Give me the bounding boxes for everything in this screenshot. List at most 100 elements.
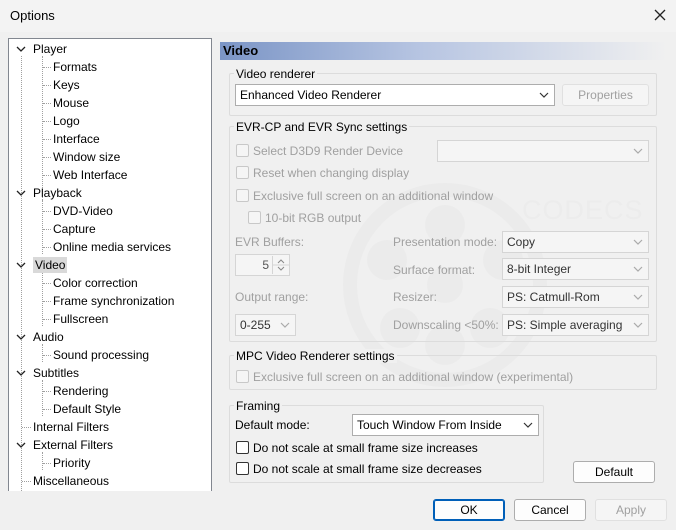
chevron-down-icon — [633, 148, 643, 154]
title-bar — [0, 0, 676, 32]
tree-item-label: Player — [33, 42, 68, 56]
tree-item-label: Keys — [53, 78, 80, 92]
video-renderer-value: Enhanced Video Renderer — [240, 88, 382, 102]
tree-item-color-correction[interactable]: Color correction — [53, 274, 138, 292]
tree-item-label: Default Style — [53, 402, 122, 416]
chevron-down-icon — [280, 322, 290, 328]
tree-item-mouse[interactable]: Mouse — [53, 94, 89, 112]
window-title: Options — [10, 8, 55, 23]
properties-button[interactable]: Properties — [562, 84, 649, 106]
tree-item-fullscreen[interactable]: Fullscreen — [53, 310, 108, 328]
tree-item-miscellaneous[interactable]: Miscellaneous — [33, 472, 109, 490]
tree-item-external-filters[interactable]: External Filters — [33, 436, 113, 454]
d3d9-device-select[interactable] — [437, 140, 649, 162]
output-range-select[interactable]: 0-255 — [235, 314, 296, 336]
tree-item-dvd-video[interactable]: DVD-Video — [53, 202, 113, 220]
checkbox-box — [236, 462, 249, 475]
tree-item-capture[interactable]: Capture — [53, 220, 96, 238]
tree-item-web-interface[interactable]: Web Interface — [53, 166, 127, 184]
evr-buffers-spinner[interactable]: 5 — [235, 254, 290, 276]
tree-item-subtitles[interactable]: Subtitles — [33, 364, 79, 382]
evr-exclusive-fullscreen-label: Exclusive full screen on an additional w… — [253, 189, 494, 203]
default-mode-label: Default mode: — [235, 418, 310, 432]
page-header — [220, 42, 667, 60]
spinner-arrows-icon[interactable] — [272, 256, 289, 274]
options-tree[interactable]: Player Formats Keys Mouse Logo Interface Windo… — [8, 38, 212, 493]
close-icon[interactable] — [648, 3, 672, 27]
tree-item-label: DVD-Video — [53, 204, 113, 218]
ok-button[interactable]: OK — [433, 499, 505, 521]
tree-item-audio[interactable]: Audio — [33, 328, 64, 346]
presentation-mode-select[interactable]: Copy — [502, 231, 649, 253]
tree-item-label: Frame synchronization — [53, 294, 175, 308]
default-mode-select[interactable]: Touch Window From Inside — [352, 414, 539, 436]
tree-item-frame-synchronization[interactable]: Frame synchronization — [53, 292, 174, 310]
evr-buffers-value: 5 — [262, 258, 269, 272]
tree-item-label: Internal Filters — [33, 420, 110, 434]
chevron-down-icon — [633, 294, 643, 300]
tree-item-online-media-services[interactable]: Online media services — [53, 238, 171, 256]
mpc-settings-group-label: MPC Video Renderer settings — [234, 349, 397, 363]
tree-item-label: Rendering — [53, 384, 109, 398]
tree-item-keys[interactable]: Keys — [53, 76, 80, 94]
tree-item-formats[interactable]: Formats — [53, 58, 97, 76]
tree-item-rendering[interactable]: Rendering — [53, 382, 108, 400]
chevron-down-icon — [523, 422, 533, 428]
tree-item-label: Color correction — [53, 276, 138, 290]
chevron-down-icon — [539, 92, 549, 98]
tree-item-interface[interactable]: Interface — [53, 130, 100, 148]
tree-item-window-size[interactable]: Window size — [53, 148, 120, 166]
surface-format-label: Surface format: — [393, 263, 476, 277]
tree-item-label: Online media services — [53, 240, 172, 254]
tree-item-default-style[interactable]: Default Style — [53, 400, 121, 418]
tree-item-label: Playback — [33, 186, 82, 200]
default-button[interactable]: Default — [573, 461, 655, 483]
video-renderer-select[interactable]: Enhanced Video Renderer — [235, 84, 555, 106]
tree-item-label: Web Interface — [53, 168, 128, 182]
resizer-select[interactable]: PS: Catmull-Rom — [502, 286, 649, 308]
checkbox-box — [248, 211, 261, 224]
downscaling-value: PS: Simple averaging — [507, 318, 623, 332]
tree-item-label: Capture — [53, 222, 96, 236]
downscaling-select[interactable]: PS: Simple averaging — [502, 314, 649, 336]
chevron-down-icon[interactable] — [16, 44, 26, 54]
no-scale-decrease-label: Do not scale at small frame size decreas… — [253, 462, 482, 476]
chevron-down-icon[interactable] — [16, 260, 26, 270]
surface-format-select[interactable]: 8-bit Integer — [502, 258, 649, 280]
tree-item-playback[interactable]: Playback — [33, 184, 82, 202]
tree-item-label: Audio — [33, 330, 64, 344]
chevron-down-icon — [633, 239, 643, 245]
resizer-label: Resizer: — [393, 290, 438, 304]
tree-item-internal-filters[interactable]: Internal Filters — [33, 418, 109, 436]
chevron-down-icon — [633, 322, 643, 328]
tree-item-logo[interactable]: Logo — [53, 112, 80, 130]
cancel-button[interactable]: Cancel — [514, 499, 586, 521]
chevron-down-icon[interactable] — [16, 188, 26, 198]
presentation-mode-label: Presentation mode: — [393, 235, 498, 249]
framing-group-label: Framing — [234, 399, 283, 413]
apply-button[interactable]: Apply — [595, 499, 667, 521]
rgb10-output-label: 10-bit RGB output — [265, 211, 362, 225]
tree-item-video[interactable]: Video — [33, 256, 68, 274]
checkbox-box — [236, 441, 249, 454]
tree-item-label: Formats — [53, 60, 98, 74]
no-scale-increase-label: Do not scale at small frame size increas… — [253, 441, 478, 455]
presentation-mode-value: Copy — [507, 235, 536, 249]
tree-item-label: Sound processing — [53, 348, 150, 362]
tree-item-priority[interactable]: Priority — [53, 454, 90, 472]
chevron-down-icon[interactable] — [16, 368, 26, 378]
tree-item-sound-processing[interactable]: Sound processing — [53, 346, 149, 364]
chevron-down-icon[interactable] — [16, 440, 26, 450]
tree-item-label: Priority — [53, 456, 91, 470]
chevron-down-icon[interactable] — [16, 332, 26, 342]
tree-item-label: Interface — [53, 132, 100, 146]
select-d3d9-label: Select D3D9 Render Device — [253, 144, 404, 158]
tree-item-label: Video — [33, 257, 68, 273]
tree-item-label: External Filters — [33, 438, 114, 452]
evr-settings-group-label: EVR-CP and EVR Sync settings — [234, 120, 410, 134]
surface-format-value: 8-bit Integer — [507, 262, 572, 276]
page-title: Video — [223, 43, 259, 58]
tree-item-player[interactable]: Player — [33, 40, 67, 58]
tree-item-label: Logo — [53, 114, 80, 128]
checkbox-box — [236, 166, 249, 179]
